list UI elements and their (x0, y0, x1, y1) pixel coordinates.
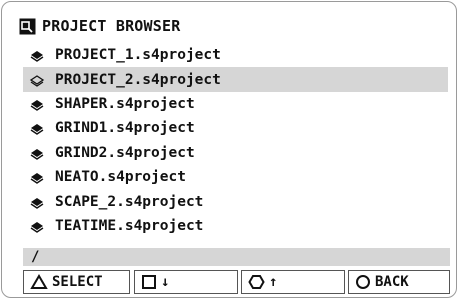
current-path: / (23, 248, 450, 266)
move-down-button[interactable]: ↓ (134, 270, 238, 294)
layers-icon (29, 196, 45, 209)
project-item-scape-2[interactable]: SCAPE_2.s4project (23, 189, 448, 213)
project-label: SCAPE_2.s4project (55, 193, 204, 210)
project-label: PROJECT_2.s4project (55, 71, 221, 88)
project-label: NEATO.s4project (55, 169, 186, 186)
project-item-teatime[interactable]: TEATIME.s4project (23, 214, 448, 238)
project-label: GRIND1.s4project (55, 120, 195, 137)
project-item-shaper[interactable]: SHAPER.s4project (23, 92, 448, 116)
move-up-button-label: ↑ (269, 274, 278, 290)
circle-icon (356, 275, 370, 289)
project-item-neato[interactable]: NEATO.s4project (23, 165, 448, 189)
move-up-button[interactable]: ↑ (241, 270, 345, 294)
move-down-button-label: ↓ (161, 274, 170, 290)
project-label: TEATIME.s4project (55, 217, 204, 234)
project-label: GRIND2.s4project (55, 144, 195, 161)
page-title: PROJECT BROWSER (42, 17, 181, 35)
layers-icon (29, 220, 45, 233)
project-item-project-1[interactable]: PROJECT_1.s4project (23, 43, 448, 67)
select-button-label: SELECT (52, 274, 103, 290)
back-button-label: BACK (375, 274, 409, 290)
back-button[interactable]: BACK (348, 270, 450, 294)
layers-icon (29, 171, 45, 184)
project-item-grind1[interactable]: GRIND1.s4project (23, 116, 448, 140)
layers-icon (29, 98, 45, 111)
project-item-grind2[interactable]: GRIND2.s4project (23, 141, 448, 165)
button-bar: SELECT ↓ ↑ BACK (23, 270, 450, 294)
project-item-project-2[interactable]: PROJECT_2.s4project (23, 67, 448, 92)
triangle-icon (30, 274, 48, 289)
layers-icon (29, 122, 45, 136)
folder-icon (19, 18, 36, 35)
project-list: PROJECT_1.s4project PROJECT_2.s4project … (23, 43, 448, 238)
layers-icon (29, 147, 45, 160)
layers-outline-icon (29, 74, 45, 87)
layers-icon (29, 49, 45, 63)
square-icon (142, 275, 156, 289)
title-bar: PROJECT BROWSER (19, 16, 180, 36)
select-button[interactable]: SELECT (23, 270, 130, 294)
project-label: PROJECT_1.s4project (55, 47, 221, 64)
hexagon-icon (248, 275, 265, 289)
project-browser-window: PROJECT BROWSER PROJECT_1.s4project PROJ… (1, 1, 457, 298)
project-label: SHAPER.s4project (55, 95, 195, 112)
